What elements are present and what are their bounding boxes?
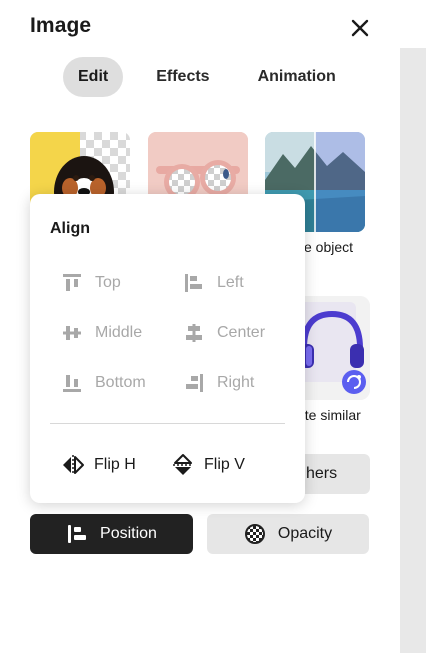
align-top-label: Top xyxy=(95,274,121,291)
remove-object-label: ve object xyxy=(297,239,354,255)
image-properties-panel: Image Edit Effects Animation ve object a… xyxy=(0,0,400,653)
scrollbar[interactable] xyxy=(400,0,426,653)
align-popover: Align Top Left Middle Center Bottom Righ… xyxy=(30,194,305,503)
align-divider xyxy=(50,423,285,424)
tab-animation[interactable]: Animation xyxy=(243,57,351,97)
tab-bar: Edit Effects Animation xyxy=(63,57,369,97)
align-bottom-button[interactable]: Bottom xyxy=(61,372,146,394)
flip-horizontal-label: Flip H xyxy=(94,456,136,473)
generate-similar-label: ate similar xyxy=(297,407,361,423)
align-left-button[interactable]: Left xyxy=(183,272,244,294)
align-title: Align xyxy=(50,220,90,237)
align-bottom-label: Bottom xyxy=(95,374,146,391)
tab-edit[interactable]: Edit xyxy=(63,57,124,97)
flip-horizontal-button[interactable]: Flip H xyxy=(61,453,136,477)
scrollbar-track[interactable] xyxy=(400,48,426,653)
panel-title: Image xyxy=(30,14,92,37)
align-center-label: Center xyxy=(217,324,266,341)
flip-vertical-icon xyxy=(171,453,195,477)
flip-vertical-button[interactable]: Flip V xyxy=(171,453,245,477)
align-center-button[interactable]: Center xyxy=(183,322,265,344)
align-middle-icon xyxy=(61,322,83,344)
close-button[interactable] xyxy=(346,14,374,42)
align-right-button[interactable]: Right xyxy=(183,372,254,394)
align-bottom-icon xyxy=(61,372,83,394)
close-icon xyxy=(351,19,369,37)
flip-horizontal-icon xyxy=(61,453,85,477)
opacity-label: Opacity xyxy=(277,525,333,542)
align-center-icon xyxy=(183,322,205,344)
align-middle-label: Middle xyxy=(95,324,143,341)
tab-effects[interactable]: Effects xyxy=(141,57,224,97)
flip-vertical-label: Flip V xyxy=(204,456,245,473)
align-right-label: Right xyxy=(217,374,255,391)
align-left-label: Left xyxy=(217,274,244,291)
align-middle-button[interactable]: Middle xyxy=(61,322,142,344)
position-label: Position xyxy=(100,525,157,542)
opacity-icon xyxy=(244,523,266,545)
position-button[interactable]: Position xyxy=(30,514,193,554)
align-right-icon xyxy=(183,372,205,394)
position-icon xyxy=(66,523,88,545)
align-left-icon xyxy=(183,272,205,294)
align-top-button[interactable]: Top xyxy=(61,272,121,294)
align-top-icon xyxy=(61,272,83,294)
opacity-button[interactable]: Opacity xyxy=(207,514,369,554)
